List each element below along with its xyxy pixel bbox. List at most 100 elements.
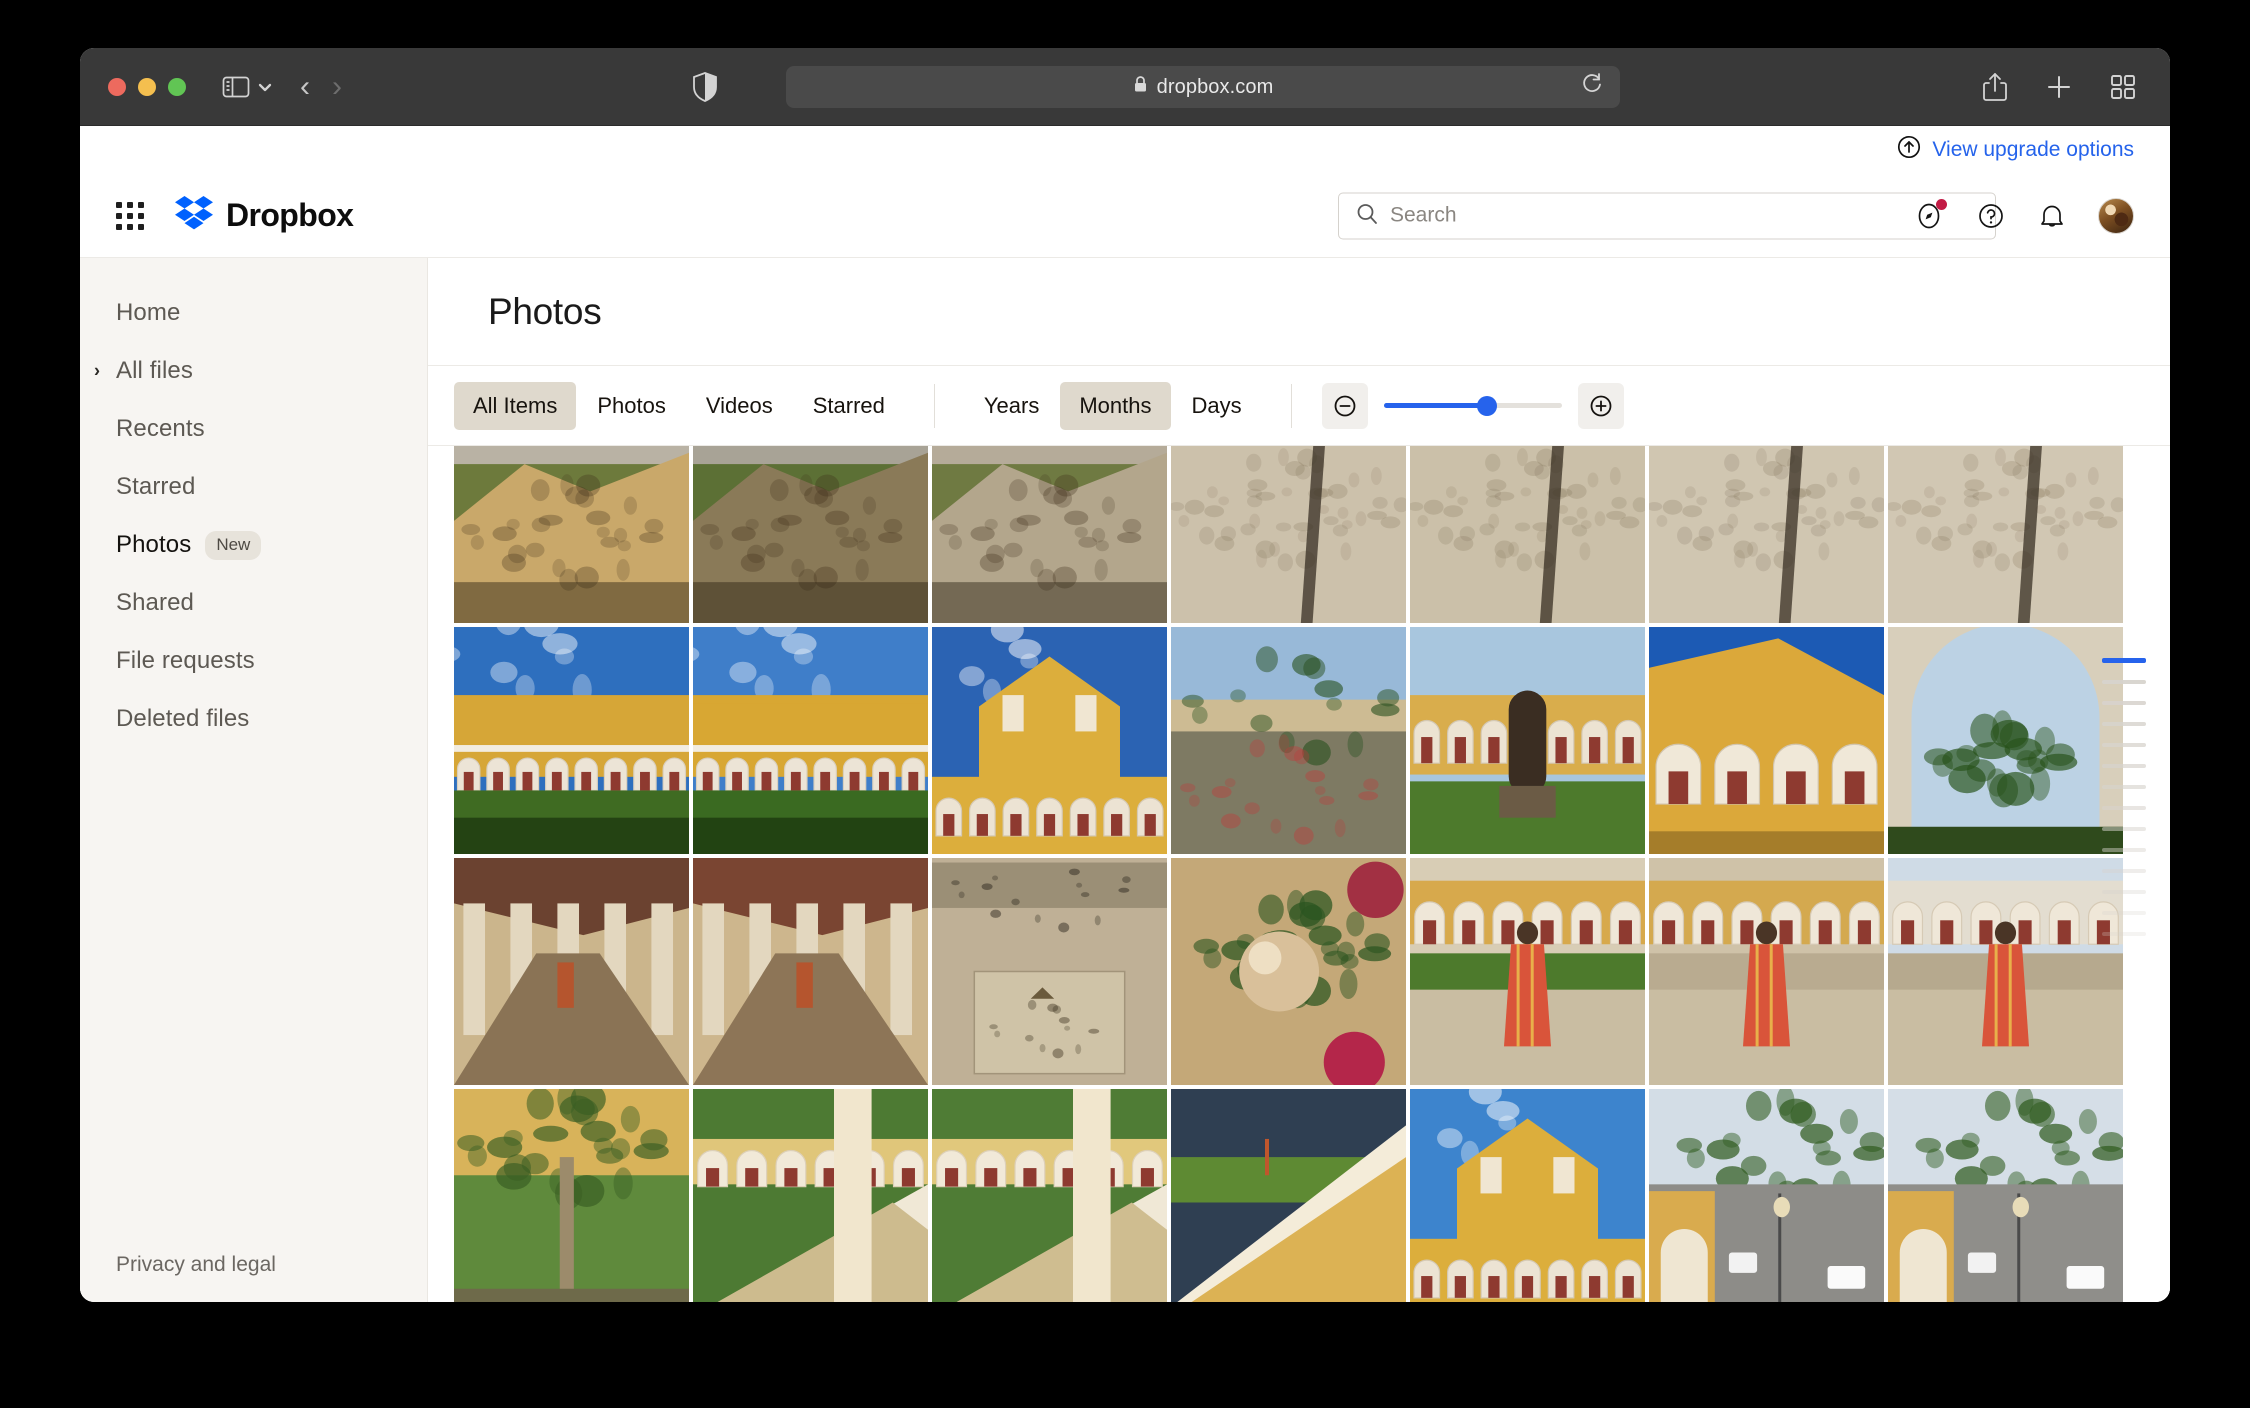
photo-thumbnail[interactable] <box>1171 627 1406 854</box>
timeline-tick[interactable] <box>2102 764 2146 768</box>
photo-thumbnail[interactable] <box>1888 446 2123 623</box>
address-bar[interactable]: dropbox.com <box>786 66 1620 108</box>
search-input[interactable] <box>1390 203 1950 228</box>
photo-thumbnail[interactable] <box>1171 858 1406 1085</box>
view-upgrade-options-link[interactable]: View upgrade options <box>1897 135 2134 165</box>
photo-thumbnail[interactable] <box>454 446 689 623</box>
minimize-window-button[interactable] <box>138 77 156 96</box>
sidebar-item-label: Starred <box>116 473 196 500</box>
new-tab-plus-icon[interactable] <box>2046 74 2072 100</box>
timeline-tick[interactable] <box>2102 743 2146 747</box>
photo-thumbnail[interactable] <box>932 446 1167 623</box>
photo-thumbnail[interactable] <box>932 627 1167 854</box>
filter-starred[interactable]: Starred <box>794 382 904 430</box>
zoom-in-circle-icon[interactable] <box>1577 382 1624 429</box>
toolbar-divider <box>933 383 935 428</box>
reload-icon[interactable] <box>1580 73 1604 102</box>
sidebar-item-all-files[interactable]: › All files <box>80 342 427 400</box>
timeline-tick[interactable] <box>2102 680 2146 684</box>
close-window-button[interactable] <box>108 77 126 96</box>
sidebar-item-label: All files <box>116 357 193 384</box>
sidebar-item-shared[interactable]: Shared <box>80 574 427 632</box>
chevron-right-icon[interactable]: › <box>94 361 100 382</box>
photo-thumbnail[interactable] <box>932 1089 1167 1302</box>
app-body: Home › All files Recents Starred Photos <box>80 258 2170 1302</box>
maximize-window-button[interactable] <box>168 77 186 96</box>
photo-thumbnail[interactable] <box>1410 858 1645 1085</box>
grouping-years[interactable]: Years <box>965 382 1058 430</box>
photo-thumbnail[interactable] <box>693 627 928 854</box>
tab-overview-icon[interactable] <box>2110 74 2136 100</box>
forward-arrow-icon[interactable]: › <box>332 71 342 102</box>
sidebar-toggle-icon[interactable] <box>222 75 250 99</box>
search-box[interactable] <box>1338 192 1996 239</box>
timeline-tick[interactable] <box>2102 722 2146 726</box>
photo-thumbnail[interactable] <box>454 1089 689 1302</box>
share-icon[interactable] <box>1982 72 2008 102</box>
timeline-tick-active[interactable] <box>2102 658 2146 663</box>
upgrade-banner-row: View upgrade options <box>80 126 2170 174</box>
photo-thumbnail[interactable] <box>454 627 689 854</box>
photo-thumbnail[interactable] <box>1410 627 1645 854</box>
sidebar-item-label: Home <box>116 299 181 326</box>
sidebar-item-recents[interactable]: Recents <box>80 400 427 458</box>
photo-grid-scroll-area[interactable] <box>428 446 2170 1302</box>
filter-all-items[interactable]: All Items <box>454 381 577 430</box>
photo-thumbnail[interactable] <box>1410 446 1645 623</box>
timeline-tick[interactable] <box>2102 806 2146 810</box>
photo-thumbnail[interactable] <box>693 446 928 623</box>
sidebar-item-starred[interactable]: Starred <box>80 458 427 516</box>
page-title: Photos <box>488 290 602 332</box>
dropbox-logo[interactable]: Dropbox <box>175 196 354 235</box>
photo-thumbnail[interactable] <box>1888 1089 2123 1302</box>
help-icon[interactable] <box>1976 201 2006 231</box>
privacy-and-legal-link[interactable]: Privacy and legal <box>116 1253 276 1277</box>
explore-icon[interactable] <box>1914 198 1947 231</box>
grouping-months[interactable]: Months <box>1060 381 1171 430</box>
chevron-down-icon[interactable] <box>256 80 274 94</box>
timeline-tick[interactable] <box>2102 911 2146 915</box>
photo-thumbnail[interactable] <box>1888 627 2123 854</box>
sidebar-item-label: Deleted files <box>116 705 250 732</box>
back-arrow-icon[interactable]: ‹ <box>300 71 310 102</box>
photo-thumbnail[interactable] <box>1410 1089 1645 1302</box>
notifications-bell-icon[interactable] <box>2038 201 2066 231</box>
main-content: Photos All Items Photos Videos Starred Y… <box>428 258 2170 1302</box>
photo-thumbnail[interactable] <box>1171 1089 1406 1302</box>
photo-thumbnail[interactable] <box>1171 446 1406 623</box>
timeline-scrubber[interactable] <box>2100 658 2148 936</box>
photo-thumbnail[interactable] <box>1649 627 1884 854</box>
photo-thumbnail[interactable] <box>1888 858 2123 1085</box>
photo-thumbnail[interactable] <box>932 858 1167 1085</box>
zoom-slider[interactable] <box>1383 395 1562 416</box>
timeline-tick[interactable] <box>2102 701 2146 705</box>
sidebar-item-file-requests[interactable]: File requests <box>80 632 427 690</box>
photo-thumbnail[interactable] <box>454 858 689 1085</box>
sidebar-item-photos[interactable]: Photos New <box>80 516 427 574</box>
sidebar-item-deleted-files[interactable]: Deleted files <box>80 690 427 748</box>
timeline-tick[interactable] <box>2102 848 2146 852</box>
zoom-controls <box>1321 382 1624 429</box>
timeline-tick[interactable] <box>2102 869 2146 873</box>
timeline-tick[interactable] <box>2102 932 2146 936</box>
sidebar-item-label: File requests <box>116 647 255 674</box>
timeline-tick[interactable] <box>2102 890 2146 894</box>
timeline-tick[interactable] <box>2102 785 2146 789</box>
zoom-out-circle-icon[interactable] <box>1321 382 1368 429</box>
time-grouping-group: Years Months Days <box>965 381 1261 430</box>
photo-thumbnail[interactable] <box>693 1089 928 1302</box>
filter-videos[interactable]: Videos <box>687 382 792 430</box>
privacy-shield-icon[interactable] <box>692 71 718 102</box>
app-grid-icon[interactable] <box>116 201 144 230</box>
avatar[interactable] <box>2098 197 2134 234</box>
zoom-slider-thumb[interactable] <box>1476 395 1497 416</box>
grouping-days[interactable]: Days <box>1173 382 1261 430</box>
photo-thumbnail[interactable] <box>1649 858 1884 1085</box>
url-hostname: dropbox.com <box>1156 76 1274 98</box>
timeline-tick[interactable] <box>2102 827 2146 831</box>
sidebar-item-home[interactable]: Home <box>80 284 427 342</box>
photo-thumbnail[interactable] <box>1649 1089 1884 1302</box>
photo-thumbnail[interactable] <box>1649 446 1884 623</box>
filter-photos[interactable]: Photos <box>578 382 685 430</box>
photo-thumbnail[interactable] <box>693 858 928 1085</box>
